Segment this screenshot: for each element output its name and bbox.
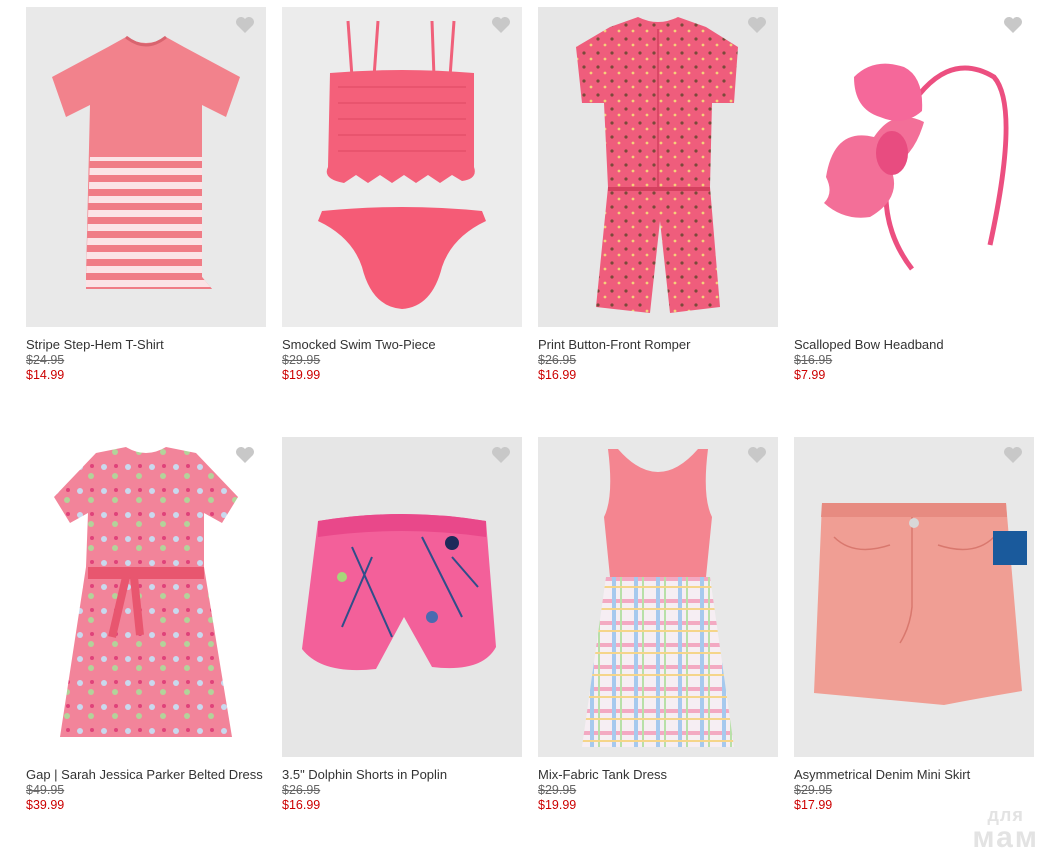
original-price: $49.95 — [26, 783, 65, 797]
product-card[interactable]: 3.5" Dolphin Shorts in Poplin $26.95 $16… — [282, 437, 522, 813]
original-price: $29.95 — [282, 353, 321, 367]
color-swatch[interactable] — [993, 531, 1027, 565]
product-name[interactable]: Asymmetrical Denim Mini Skirt — [794, 767, 1034, 783]
product-image[interactable] — [794, 437, 1034, 757]
product-image[interactable] — [26, 437, 266, 757]
original-price: $26.95 — [538, 353, 577, 367]
product-image[interactable] — [794, 7, 1034, 327]
sale-price: $19.99 — [538, 798, 577, 812]
heart-icon[interactable] — [1003, 16, 1023, 34]
original-price: $29.95 — [538, 783, 577, 797]
product-name[interactable]: 3.5" Dolphin Shorts in Poplin — [282, 767, 522, 783]
product-card[interactable]: Gap | Sarah Jessica Parker Belted Dress … — [26, 437, 266, 813]
original-price: $24.95 — [26, 353, 65, 367]
heart-icon[interactable] — [491, 16, 511, 34]
sale-price: $16.99 — [282, 798, 321, 812]
heart-icon[interactable] — [235, 446, 255, 464]
product-card[interactable]: Asymmetrical Denim Mini Skirt $29.95 $17… — [794, 437, 1034, 813]
product-card[interactable]: Scalloped Bow Headband $16.95 $7.99 — [794, 7, 1034, 383]
heart-icon[interactable] — [747, 16, 767, 34]
sale-price: $39.99 — [26, 798, 65, 812]
product-card[interactable]: Smocked Swim Two-Piece $29.95 $19.99 — [282, 7, 522, 383]
sale-price: $14.99 — [26, 368, 65, 382]
product-name[interactable]: Print Button-Front Romper — [538, 337, 778, 353]
watermark: для мам — [972, 806, 1039, 854]
heart-icon[interactable] — [491, 446, 511, 464]
product-card[interactable]: Print Button-Front Romper $26.95 $16.99 — [538, 7, 778, 383]
original-price: $29.95 — [794, 783, 833, 797]
heart-icon[interactable] — [235, 16, 255, 34]
product-image[interactable] — [538, 437, 778, 757]
product-image[interactable] — [282, 7, 522, 327]
original-price: $26.95 — [282, 783, 321, 797]
sale-price: $7.99 — [794, 368, 826, 382]
product-name[interactable]: Stripe Step-Hem T-Shirt — [26, 337, 266, 353]
product-card[interactable]: Stripe Step-Hem T-Shirt $24.95 $14.99 — [26, 7, 266, 383]
product-name[interactable]: Mix-Fabric Tank Dress — [538, 767, 778, 783]
product-image[interactable] — [282, 437, 522, 757]
heart-icon[interactable] — [747, 446, 767, 464]
product-name[interactable]: Scalloped Bow Headband — [794, 337, 1034, 353]
original-price: $16.95 — [794, 353, 833, 367]
watermark-line-2: мам — [972, 821, 1039, 854]
product-image[interactable] — [538, 7, 778, 327]
heart-icon[interactable] — [1003, 446, 1023, 464]
sale-price: $16.99 — [538, 368, 577, 382]
product-image[interactable] — [26, 7, 266, 327]
product-name[interactable]: Gap | Sarah Jessica Parker Belted Dress — [26, 767, 266, 783]
sale-price: $19.99 — [282, 368, 321, 382]
product-name[interactable]: Smocked Swim Two-Piece — [282, 337, 522, 353]
product-card[interactable]: Mix-Fabric Tank Dress $29.95 $19.99 — [538, 437, 778, 813]
